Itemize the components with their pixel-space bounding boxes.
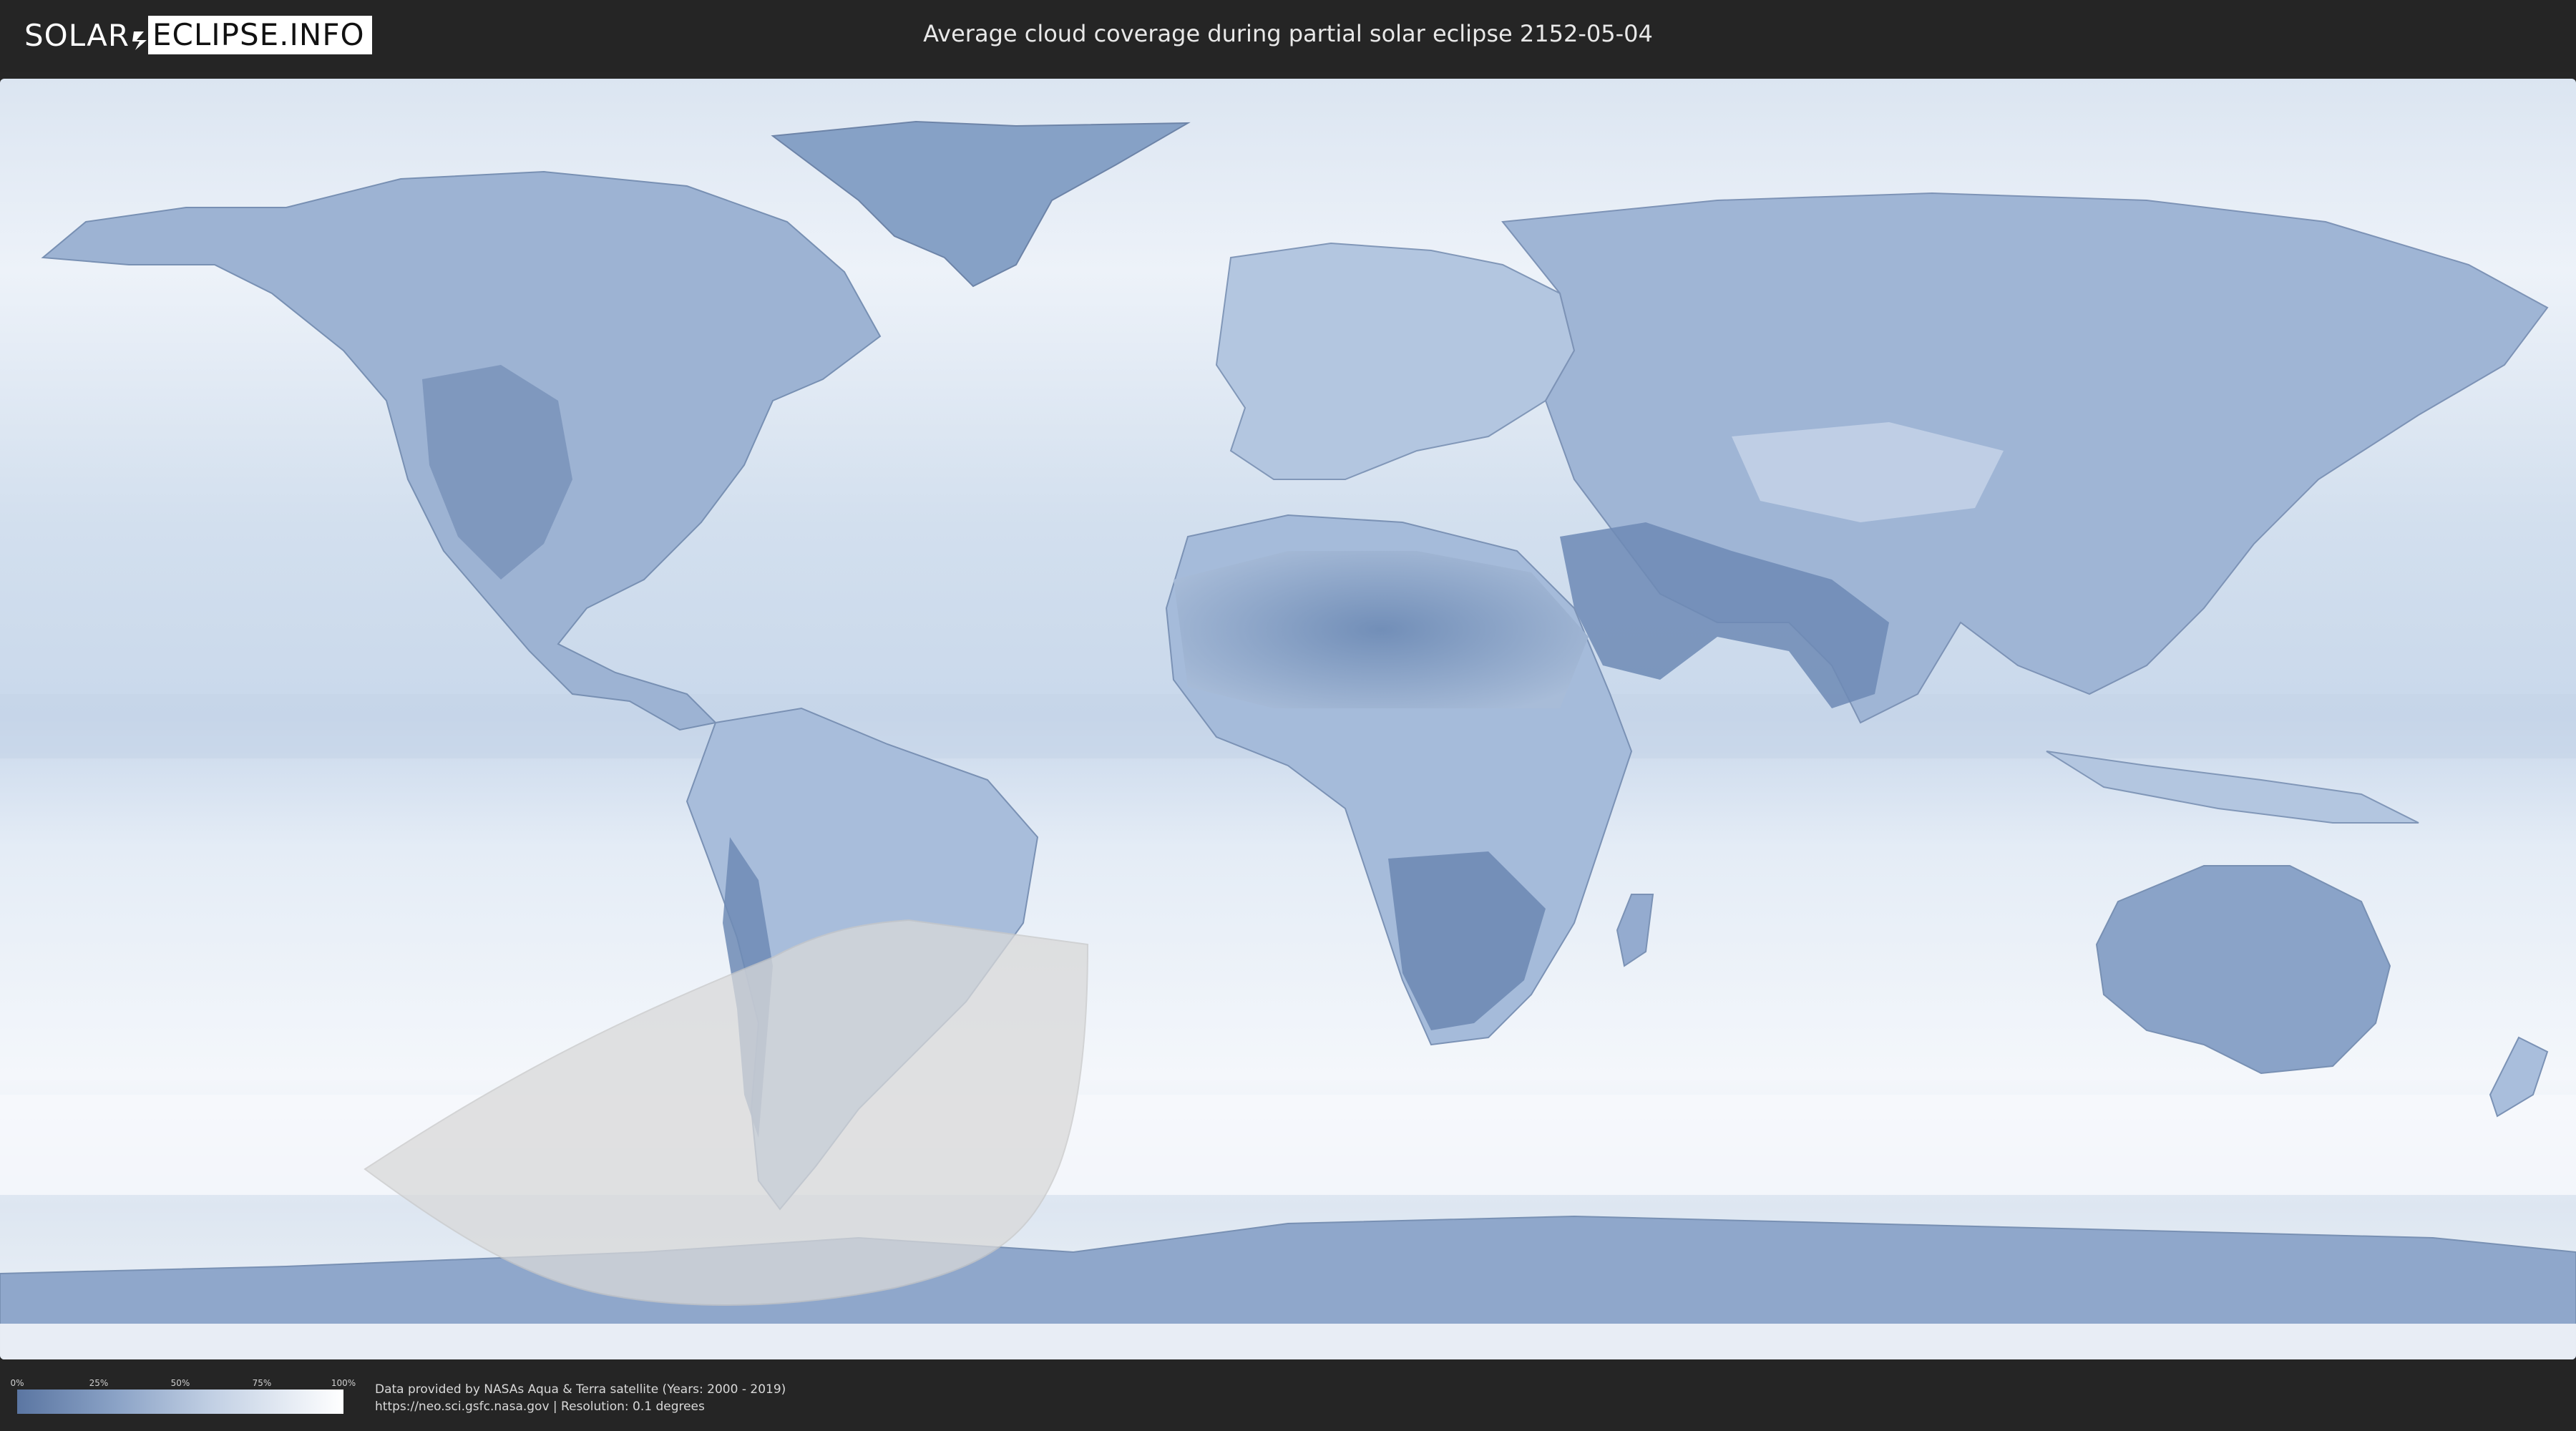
page-title: Average cloud coverage during partial so… [923,20,1653,47]
sahara-dry-region [1174,551,1589,708]
antarctic-ice-bright-edge [0,1324,2576,1359]
credit-line-source: Data provided by NASAs Aqua & Terra sate… [375,1382,786,1397]
cloud-coverage-map[interactable] [0,79,2576,1359]
legend-tick-25: 25% [89,1378,109,1388]
legend-tick-50: 50% [170,1378,190,1388]
world-map-svg [0,79,2576,1359]
legend-tick-labels: 0% 25% 50% 75% 100% [10,1375,356,1390]
legend-tick-75: 75% [252,1378,272,1388]
legend-color-bar [17,1390,343,1414]
legend-tick-0: 0% [10,1378,24,1388]
header-bar: SOLAR ECLIPSE.INFO Average cloud coverag… [0,0,2576,72]
page: SOLAR ECLIPSE.INFO Average cloud coverag… [0,0,2576,1431]
footer-bar: 0% 25% 50% 75% 100% Data provided by NAS… [0,1359,2576,1431]
data-credits: Data provided by NASAs Aqua & Terra sate… [375,1381,786,1415]
legend-tick-100: 100% [331,1378,356,1388]
credit-line-url[interactable]: https://neo.sci.gsfc.nasa.gov | Resoluti… [375,1398,786,1415]
cloud-coverage-legend: 0% 25% 50% 75% 100% [10,1375,356,1414]
